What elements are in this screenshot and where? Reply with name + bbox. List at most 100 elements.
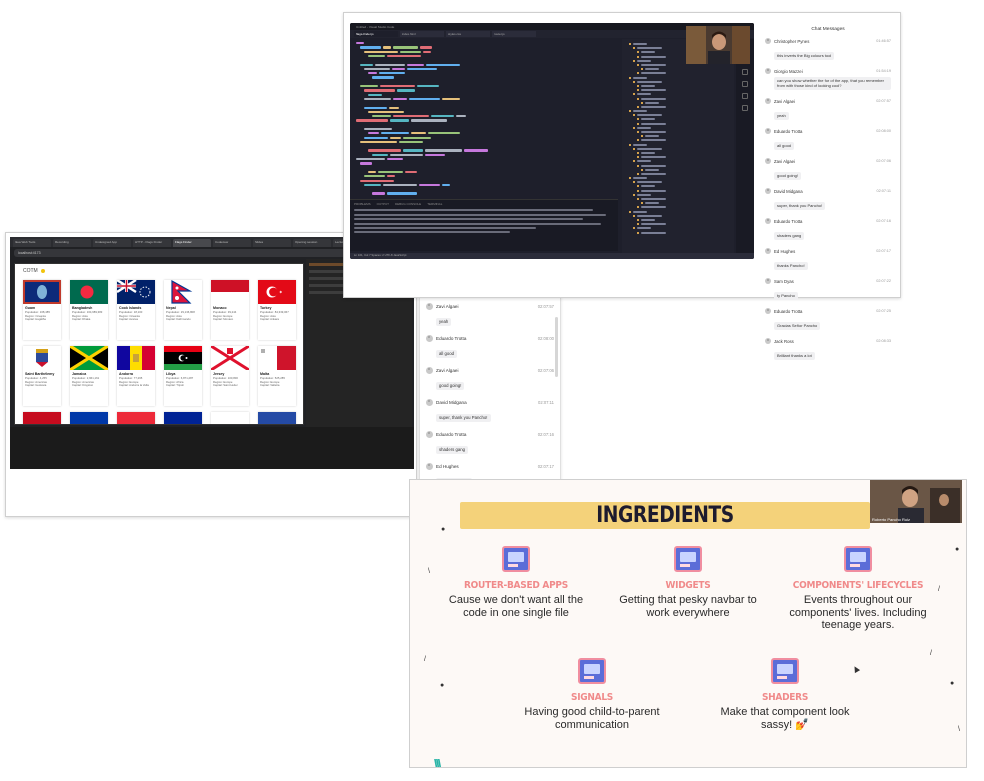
file-explorer[interactable] <box>622 39 734 257</box>
window-title: Untitled - Visual Studio Code <box>356 24 395 29</box>
editor-tab[interactable]: index.html <box>400 31 444 37</box>
run-icon[interactable] <box>742 81 748 87</box>
browser-tab[interactable]: Ikea Web Tools <box>13 239 51 247</box>
chat-text: good going! <box>436 381 465 390</box>
flag-card[interactable]: Monaco Population: 39,244 Region: Europe Ca… <box>211 280 249 340</box>
chat-author: Jack Ross <box>774 338 794 344</box>
flag-card[interactable]: Nepal Population: 29,136,808 Region: Asia C… <box>164 280 202 340</box>
terminal-output-line <box>354 218 583 221</box>
avatar-icon <box>765 98 771 104</box>
source-control-icon[interactable] <box>742 69 748 75</box>
browser-tab[interactable]: Opening session <box>293 239 331 247</box>
avatar-icon <box>765 68 771 74</box>
flag-card[interactable]: Cook Islands Population: 18,100 Region: Oc… <box>117 280 155 340</box>
chat-timestamp: 02:07:17 <box>876 249 891 253</box>
chat-message: Ed Hughes 02:07:17 thanks Pancho! <box>765 248 891 272</box>
ingredient-description: Having good child-to-parent communicatio… <box>524 706 660 731</box>
flag-card[interactable] <box>117 412 155 424</box>
chat-author: Ed Hughes <box>774 248 796 254</box>
status-bar: Ln 101, Col 7 Spaces: 2 UTF-8 JavaScript <box>350 253 754 259</box>
editor-tab[interactable]: router.js <box>492 31 536 37</box>
chat-message: Christopher Pynes 01:46:57 this inverts th… <box>765 38 891 62</box>
country-capital: Capital: Kingston <box>72 383 94 388</box>
chat-timestamp: 02:07:16 <box>876 219 891 223</box>
terminal-tab[interactable]: DEBUG CONSOLE <box>395 202 421 207</box>
chat-message: Giorgio Mazzei 01:54:19 can you show wheth… <box>765 68 891 92</box>
chat-timestamp: 01:46:57 <box>876 39 891 43</box>
terminal-tab[interactable]: TERMINAL <box>427 202 442 207</box>
flag-image <box>117 412 155 424</box>
flag-card[interactable]: Jersey Population: 100,800 Region: Europe C… <box>211 346 249 406</box>
editor-tab-active[interactable]: flags-finder.js <box>354 31 398 37</box>
flag-card[interactable]: Andorra Population: 77,265 Region: Europe C… <box>117 346 155 406</box>
decor-slash: \ <box>958 726 960 733</box>
chat-author: Zavi Algaei <box>436 368 459 373</box>
browser-tab[interactable]: Codeview <box>213 239 251 247</box>
chat-timestamp: 02:07:57 <box>537 304 554 309</box>
chat-message: Eduardo Trotta 02:08:00 all good <box>426 335 554 360</box>
theme-toggle-icon[interactable] <box>40 269 45 273</box>
browser-tab[interactable]: HTTP - Flags Finder <box>133 239 171 247</box>
file-tree-item[interactable] <box>625 230 731 234</box>
country-capital: Capital: Kathmandu <box>166 317 191 322</box>
settings-icon[interactable] <box>742 105 748 111</box>
avatar-icon <box>426 367 433 374</box>
activity-bar <box>736 39 754 257</box>
browser-tab[interactable]: Slides <box>253 239 291 247</box>
flag-card[interactable]: Malta Population: 525,285 Region: Europe Ca… <box>258 346 296 406</box>
chat-author: Sam Dyas <box>774 278 794 284</box>
chat-text: can you show whether the for of the app,… <box>774 76 891 90</box>
chat-message-header: Zavi Algaei 02:07:06 <box>765 158 891 164</box>
editor-tab[interactable]: styles.css <box>446 31 490 37</box>
browser-tab[interactable]: Recording <box>53 239 91 247</box>
terminal-output-line <box>354 209 594 212</box>
flag-card[interactable]: Libya Population: 6,871,287 Region: Africa… <box>164 346 202 406</box>
presenter-image <box>686 26 750 64</box>
terminal-tab[interactable]: PROBLEMS <box>354 202 371 207</box>
browser-tab[interactable]: Undesigned App <box>93 239 131 247</box>
flag-card[interactable] <box>211 412 249 424</box>
chat-message: Zavi Algaei 02:07:06 good going! <box>426 367 554 392</box>
chat-message-header: Ed Hughes 02:07:17 <box>426 463 554 470</box>
flag-card[interactable]: Guam Population: 168,485 Region: Oceania Ca… <box>23 280 61 340</box>
chat-message-header: Eduardo Trotta 02:08:00 <box>765 128 891 134</box>
chat-text: shaders gang <box>436 445 469 454</box>
chat-timestamp: 02:07:06 <box>537 368 554 373</box>
chat-message-header: Sam Dyas 02:07:22 <box>765 278 891 284</box>
flag-image <box>164 346 202 370</box>
page-header: COTM <box>15 264 303 278</box>
browser-tab-active[interactable]: Flags Finder <box>173 239 211 247</box>
terminal-output-line <box>354 222 601 225</box>
avatar-icon <box>765 218 771 224</box>
terminal-panel[interactable]: PROBLEMS OUTPUT DEBUG CONSOLE TERMINAL <box>350 199 618 251</box>
decor-slash: \ <box>428 568 430 575</box>
flag-card[interactable]: Saint Barthélemy Population: 4,255 Region:… <box>23 346 61 406</box>
flag-card[interactable] <box>70 412 108 424</box>
extensions-icon[interactable] <box>742 93 748 99</box>
terminal-output-line <box>354 231 510 234</box>
flag-card[interactable] <box>164 412 202 424</box>
flag-card[interactable]: Jamaica Population: 2,961,161 Region: Amer… <box>70 346 108 406</box>
avatar-icon <box>765 278 771 284</box>
avatar-icon <box>426 399 433 406</box>
chat-author: Zavi Algaei <box>436 304 459 309</box>
avatar-icon <box>765 338 771 344</box>
code-line <box>354 191 618 195</box>
chat-panel: Chat Messages Christopher Pynes 01:46:57 t… <box>761 23 895 360</box>
chat-text: this inverts the Big colours tool <box>774 51 835 60</box>
terminal-tab[interactable]: OUTPUT <box>377 202 389 207</box>
decor-dot: ● <box>440 682 445 689</box>
chat-scrollbar[interactable] <box>555 317 558 377</box>
flag-card[interactable]: Turkey Population: 84,339,067 Region: Asia… <box>258 280 296 340</box>
flag-card[interactable] <box>258 412 296 424</box>
flag-card[interactable]: Bangladesh Population: 164,689,383 Region:… <box>70 280 108 340</box>
flag-card[interactable] <box>23 412 61 424</box>
flag-image <box>211 280 249 304</box>
chat-message: Eduardo Trotta 02:07:25 Gracias Señor Panc… <box>765 308 891 332</box>
decor-dot: ● <box>441 526 446 533</box>
code-area[interactable] <box>350 39 618 197</box>
decor-dot: ● <box>955 546 960 553</box>
chat-text: yeah <box>774 111 789 120</box>
chat-author: Zavi Algaei <box>774 98 796 104</box>
chat-timestamp: 02:08:33 <box>876 339 891 343</box>
